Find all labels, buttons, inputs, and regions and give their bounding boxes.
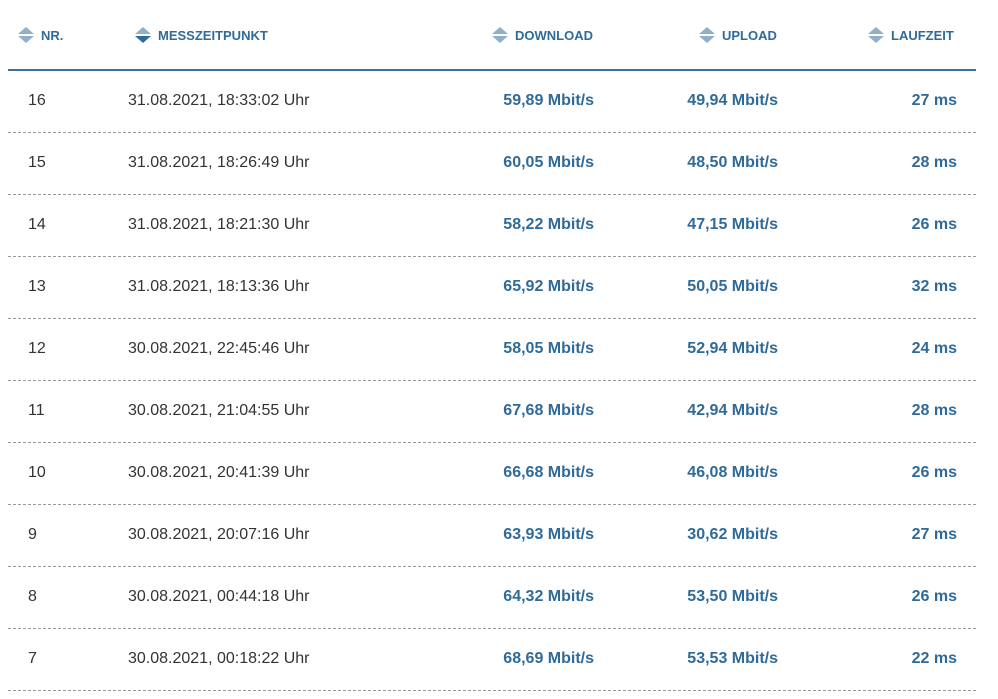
cell-time: 30.08.2021, 21:04:55 Uhr bbox=[128, 402, 310, 419]
cell-latency: 26 ms bbox=[911, 464, 957, 481]
table-header: NR. MESSZEITPUNKT DOWNLOAD UPLOAD LAUFZE… bbox=[8, 0, 976, 71]
table-row: 14 31.08.2021, 18:21:30 Uhr 58,22 Mbit/s 47… bbox=[8, 195, 976, 257]
cell-upload: 50,05 Mbit/s bbox=[687, 278, 778, 295]
cell-upload: 30,62 Mbit/s bbox=[687, 526, 778, 543]
sort-icon bbox=[868, 27, 884, 43]
cell-nr: 8 bbox=[28, 588, 37, 605]
header-label: DOWNLOAD bbox=[515, 27, 593, 43]
sort-icon bbox=[492, 27, 508, 43]
table-row: 12 30.08.2021, 22:45:46 Uhr 58,05 Mbit/s 52… bbox=[8, 319, 976, 381]
cell-download: 65,92 Mbit/s bbox=[503, 278, 594, 295]
header-label: UPLOAD bbox=[722, 27, 777, 43]
cell-time: 31.08.2021, 18:33:02 Uhr bbox=[128, 92, 310, 109]
cell-latency: 26 ms bbox=[911, 216, 957, 233]
cell-download: 64,32 Mbit/s bbox=[503, 588, 594, 605]
cell-download: 66,68 Mbit/s bbox=[503, 464, 594, 481]
cell-download: 67,68 Mbit/s bbox=[503, 402, 594, 419]
cell-time: 30.08.2021, 22:45:46 Uhr bbox=[128, 340, 310, 357]
cell-upload: 42,94 Mbit/s bbox=[687, 402, 778, 419]
cell-time: 31.08.2021, 18:13:36 Uhr bbox=[128, 278, 310, 295]
cell-download: 58,22 Mbit/s bbox=[503, 216, 594, 233]
table-row: 9 30.08.2021, 20:07:16 Uhr 63,93 Mbit/s 30,… bbox=[8, 505, 976, 567]
cell-nr: 13 bbox=[28, 278, 46, 295]
cell-time: 30.08.2021, 00:44:18 Uhr bbox=[128, 588, 310, 605]
header-label: NR. bbox=[41, 27, 64, 43]
cell-upload: 53,50 Mbit/s bbox=[687, 588, 778, 605]
cell-nr: 14 bbox=[28, 216, 46, 233]
column-header-nr[interactable]: NR. bbox=[18, 27, 63, 43]
column-header-latency[interactable]: LAUFZEIT bbox=[868, 27, 954, 43]
column-header-time[interactable]: MESSZEITPUNKT bbox=[135, 27, 268, 43]
cell-latency: 27 ms bbox=[911, 92, 957, 109]
cell-time: 31.08.2021, 18:21:30 Uhr bbox=[128, 216, 310, 233]
table-row: 13 31.08.2021, 18:13:36 Uhr 65,92 Mbit/s 50… bbox=[8, 257, 976, 319]
cell-time: 30.08.2021, 20:41:39 Uhr bbox=[128, 464, 310, 481]
cell-nr: 10 bbox=[28, 464, 46, 481]
table-row: 11 30.08.2021, 21:04:55 Uhr 67,68 Mbit/s 42… bbox=[8, 381, 976, 443]
cell-latency: 26 ms bbox=[911, 588, 957, 605]
header-label: MESSZEITPUNKT bbox=[158, 27, 268, 43]
cell-latency: 22 ms bbox=[911, 650, 957, 667]
cell-download: 63,93 Mbit/s bbox=[503, 526, 594, 543]
cell-nr: 15 bbox=[28, 154, 46, 171]
cell-nr: 11 bbox=[28, 402, 45, 419]
cell-upload: 52,94 Mbit/s bbox=[687, 340, 778, 357]
table-row: 7 30.08.2021, 00:18:22 Uhr 68,69 Mbit/s 53,… bbox=[8, 629, 976, 691]
sort-icon bbox=[18, 27, 34, 43]
cell-time: 30.08.2021, 00:18:22 Uhr bbox=[128, 650, 310, 667]
cell-latency: 24 ms bbox=[911, 340, 957, 357]
speedtest-results-table: NR. MESSZEITPUNKT DOWNLOAD UPLOAD LAUFZE… bbox=[8, 0, 976, 691]
cell-download: 60,05 Mbit/s bbox=[503, 154, 594, 171]
sort-desc-icon bbox=[135, 27, 151, 43]
cell-time: 30.08.2021, 20:07:16 Uhr bbox=[128, 526, 310, 543]
cell-latency: 28 ms bbox=[911, 402, 957, 419]
cell-nr: 9 bbox=[28, 526, 37, 543]
cell-nr: 12 bbox=[28, 340, 46, 357]
cell-latency: 28 ms bbox=[911, 154, 957, 171]
column-header-upload[interactable]: UPLOAD bbox=[699, 27, 777, 43]
cell-latency: 32 ms bbox=[911, 278, 957, 295]
cell-time: 31.08.2021, 18:26:49 Uhr bbox=[128, 154, 310, 171]
column-header-download[interactable]: DOWNLOAD bbox=[492, 27, 593, 43]
sort-icon bbox=[699, 27, 715, 43]
cell-download: 68,69 Mbit/s bbox=[503, 650, 594, 667]
cell-upload: 46,08 Mbit/s bbox=[687, 464, 778, 481]
cell-upload: 47,15 Mbit/s bbox=[687, 216, 778, 233]
cell-upload: 48,50 Mbit/s bbox=[687, 154, 778, 171]
cell-download: 59,89 Mbit/s bbox=[503, 92, 594, 109]
table-row: 8 30.08.2021, 00:44:18 Uhr 64,32 Mbit/s 53,… bbox=[8, 567, 976, 629]
table-row: 10 30.08.2021, 20:41:39 Uhr 66,68 Mbit/s 46… bbox=[8, 443, 976, 505]
table-row: 16 31.08.2021, 18:33:02 Uhr 59,89 Mbit/s 49… bbox=[8, 71, 976, 133]
header-label: LAUFZEIT bbox=[891, 27, 954, 43]
table-row: 15 31.08.2021, 18:26:49 Uhr 60,05 Mbit/s 48… bbox=[8, 133, 976, 195]
cell-upload: 49,94 Mbit/s bbox=[687, 92, 778, 109]
cell-download: 58,05 Mbit/s bbox=[503, 340, 594, 357]
cell-upload: 53,53 Mbit/s bbox=[687, 650, 778, 667]
cell-nr: 7 bbox=[28, 650, 37, 667]
cell-latency: 27 ms bbox=[911, 526, 957, 543]
cell-nr: 16 bbox=[28, 92, 46, 109]
table-body: 16 31.08.2021, 18:33:02 Uhr 59,89 Mbit/s 49… bbox=[8, 71, 976, 691]
